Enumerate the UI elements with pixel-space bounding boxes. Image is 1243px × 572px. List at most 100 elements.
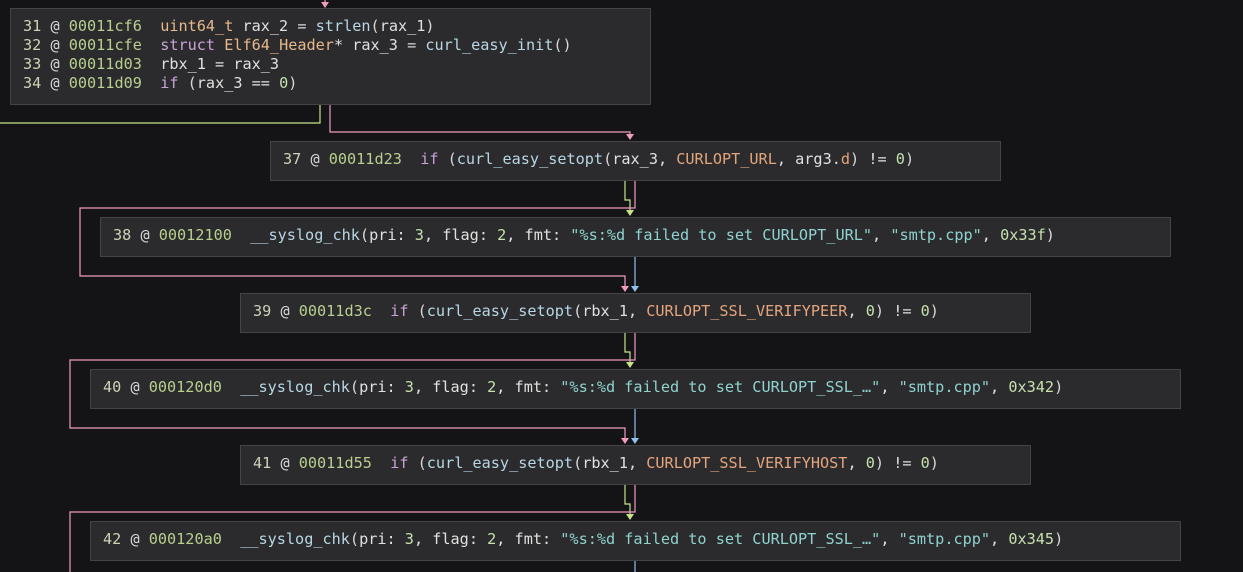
function-name[interactable]: __syslog_chk xyxy=(240,378,350,396)
address[interactable]: 000120a0 xyxy=(149,530,222,548)
number-literal: 0 xyxy=(279,74,289,92)
punctuation: ( xyxy=(438,150,457,168)
basic-block-39[interactable]: 39 @ 00011d3c if (curl_easy_setopt(rbx_1… xyxy=(240,293,1031,333)
address[interactable]: 00011d23 xyxy=(329,150,402,168)
expression-text: , arg3 xyxy=(776,150,832,168)
expression-text: rbx_1, xyxy=(582,454,647,472)
expression-text: , flag: xyxy=(413,378,488,396)
address[interactable]: 00011cf6 xyxy=(69,17,142,35)
expression-text: * rax_3 xyxy=(333,36,408,54)
address[interactable]: 00011d3c xyxy=(299,302,372,320)
punctuation xyxy=(222,378,240,396)
punctuation: ( xyxy=(573,454,583,472)
number-literal: 0 xyxy=(865,454,875,472)
line-number: 39 xyxy=(253,302,272,320)
function-name[interactable]: __syslog_chk xyxy=(250,226,360,244)
function-name[interactable]: __syslog_chk xyxy=(240,530,350,548)
line-number: 38 xyxy=(113,226,132,244)
code-line[interactable]: 34 @ 00011d09 if (rax_3 == 0) xyxy=(23,74,638,93)
basic-block-40[interactable]: 40 @ 000120d0 __syslog_chk(pri: 3, flag:… xyxy=(90,369,1181,409)
keyword: if xyxy=(420,150,439,168)
line-number: 42 xyxy=(103,530,122,548)
code-line[interactable]: 31 @ 00011cf6 uint64_t rax_2 = strlen(ra… xyxy=(23,17,638,36)
punctuation: ) xyxy=(425,17,435,35)
basic-block-34[interactable]: 31 @ 00011cf6 uint64_t rax_2 = strlen(ra… xyxy=(10,8,651,105)
number-literal: 2 xyxy=(487,378,497,396)
string-literal: "smtp.cpp" xyxy=(890,226,982,244)
constant[interactable]: CURLOPT_SSL_VERIFYPEER xyxy=(646,302,847,320)
at-separator: @ xyxy=(41,55,69,73)
function-name[interactable]: curl_easy_setopt xyxy=(427,454,573,472)
keyword: if xyxy=(390,454,409,472)
number-literal: 2 xyxy=(487,530,497,548)
basic-block-38[interactable]: 38 @ 00012100 __syslog_chk(pri: 3, flag:… xyxy=(100,217,1171,257)
punctuation: ( xyxy=(178,74,197,92)
expression-text: pri: xyxy=(369,226,415,244)
punctuation xyxy=(222,530,240,548)
keyword: if xyxy=(390,302,409,320)
expression-text: , xyxy=(990,378,1009,396)
punctuation xyxy=(142,36,160,54)
punctuation: () xyxy=(553,36,572,54)
punctuation: ( xyxy=(573,302,583,320)
basic-block-37[interactable]: 37 @ 00011d23 if (curl_easy_setopt(rax_3… xyxy=(270,141,1001,181)
punctuation: ( xyxy=(408,454,427,472)
edge-arrow xyxy=(631,438,639,444)
address[interactable]: 00011cfe xyxy=(69,36,142,54)
expression-text: , flag: xyxy=(423,226,498,244)
punctuation: ) xyxy=(1045,226,1055,244)
constant[interactable]: CURLOPT_URL xyxy=(676,150,777,168)
number-literal: 3 xyxy=(414,226,424,244)
basic-block-42[interactable]: 42 @ 000120a0 __syslog_chk(pri: 3, flag:… xyxy=(90,521,1181,561)
expression-text: , flag: xyxy=(413,530,488,548)
line-number: 31 xyxy=(23,17,42,35)
basic-block-41[interactable]: 41 @ 00011d55 if (curl_easy_setopt(rbx_1… xyxy=(240,445,1031,485)
code-line[interactable]: 38 @ 00012100 __syslog_chk(pri: 3, flag:… xyxy=(113,226,1158,245)
expression-text: , xyxy=(880,530,899,548)
expression-text: != xyxy=(884,302,921,320)
keyword: struct xyxy=(160,36,216,54)
number-literal: 0x33f xyxy=(1000,226,1046,244)
at-separator: @ xyxy=(41,36,69,54)
expression-text: rax_2 xyxy=(233,17,298,35)
punctuation: ) xyxy=(929,302,939,320)
punctuation xyxy=(372,302,390,320)
code-line[interactable]: 41 @ 00011d55 if (curl_easy_setopt(rbx_1… xyxy=(253,454,1018,473)
control-flow-graph[interactable]: 31 @ 00011cf6 uint64_t rax_2 = strlen(ra… xyxy=(0,0,1243,572)
number-literal: 0 xyxy=(865,302,875,320)
at-separator: @ xyxy=(301,150,329,168)
expression-text: rbx_1, xyxy=(582,302,647,320)
code-line[interactable]: 37 @ 00011d23 if (curl_easy_setopt(rax_3… xyxy=(283,150,988,169)
at-separator: @ xyxy=(121,530,149,548)
address[interactable]: 00011d55 xyxy=(299,454,372,472)
number-literal: 0 xyxy=(895,150,905,168)
constant[interactable]: CURLOPT_SSL_VERIFYHOST xyxy=(646,454,847,472)
number-literal: 2 xyxy=(497,226,507,244)
code-line[interactable]: 32 @ 00011cfe struct Elf64_Header* rax_3… xyxy=(23,36,638,55)
constant[interactable]: d xyxy=(841,150,850,168)
at-separator: @ xyxy=(271,302,299,320)
function-name[interactable]: curl_easy_setopt xyxy=(457,150,603,168)
edge-true xyxy=(624,333,631,364)
address[interactable]: 000120d0 xyxy=(149,378,222,396)
code-line[interactable]: 39 @ 00011d3c if (curl_easy_setopt(rbx_1… xyxy=(253,302,1018,321)
punctuation: ) xyxy=(850,150,860,168)
expression-text: , xyxy=(847,454,866,472)
code-line[interactable]: 33 @ 00011d03 rbx_1 = rax_3 xyxy=(23,55,638,74)
code-line[interactable]: 40 @ 000120d0 __syslog_chk(pri: 3, flag:… xyxy=(103,378,1168,397)
expression-text: , fmt: xyxy=(506,226,571,244)
address[interactable]: 00011d03 xyxy=(69,55,142,73)
edge-arrow xyxy=(626,210,634,216)
function-name[interactable]: strlen xyxy=(316,17,371,35)
punctuation: ) xyxy=(288,74,298,92)
function-name[interactable]: curl_easy_setopt xyxy=(427,302,573,320)
line-number: 40 xyxy=(103,378,122,396)
expression-text: , xyxy=(847,302,866,320)
line-number: 33 xyxy=(23,55,42,73)
address[interactable]: 00012100 xyxy=(159,226,232,244)
function-name[interactable]: curl_easy_init xyxy=(425,36,553,54)
address[interactable]: 00011d09 xyxy=(69,74,142,92)
at-separator: @ xyxy=(41,74,69,92)
code-line[interactable]: 42 @ 000120a0 __syslog_chk(pri: 3, flag:… xyxy=(103,530,1168,549)
edge-arrow xyxy=(621,286,629,292)
